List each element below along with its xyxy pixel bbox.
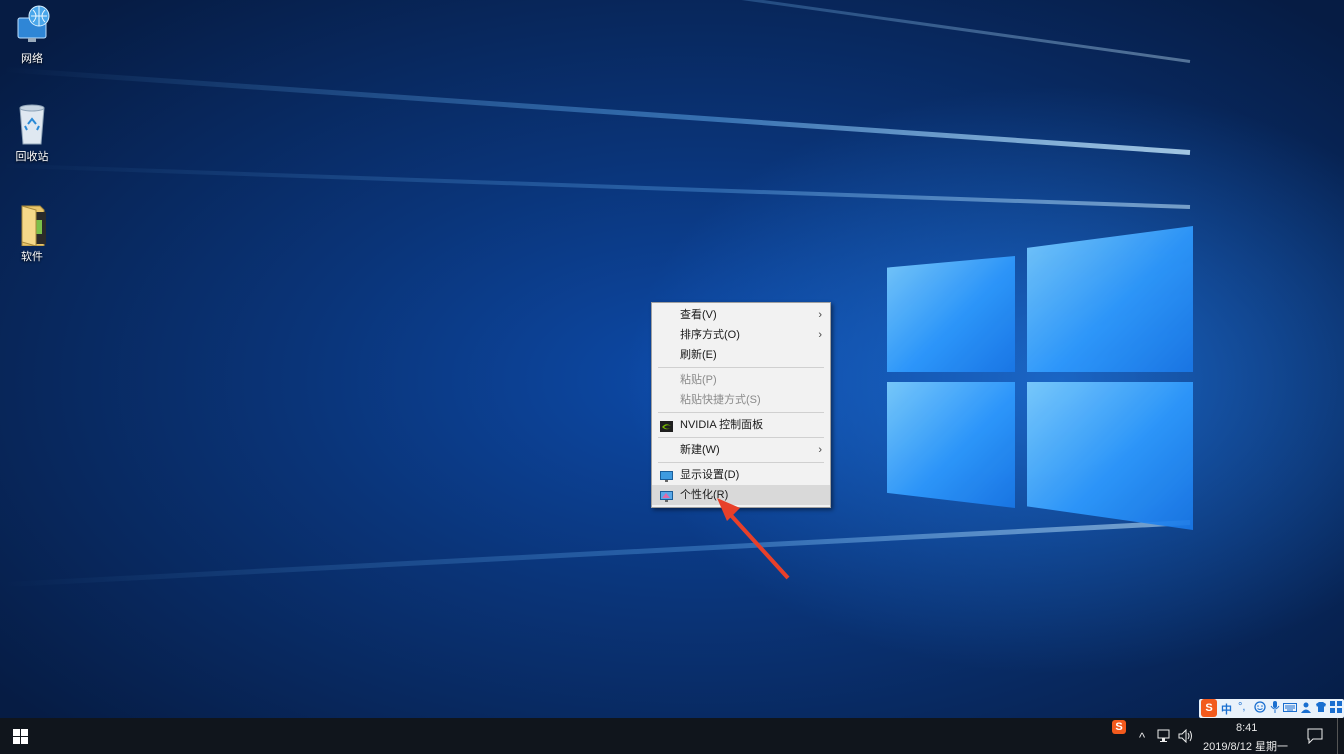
clock-time[interactable]: 8:41 xyxy=(1236,722,1257,734)
desktop-icon-label: 回收站 xyxy=(15,151,49,163)
desktop-icon-recycle-bin[interactable]: 回收站 xyxy=(0,102,64,164)
menu-item-refresh[interactable]: 刷新(E) xyxy=(652,345,830,365)
clock-date[interactable]: 2019/8/12 星期一 xyxy=(1203,738,1288,754)
show-hidden-icons-chevron[interactable]: ^ xyxy=(1139,730,1145,745)
menu-item-label: 排序方式(O) xyxy=(680,329,740,341)
emoji-icon[interactable] xyxy=(1254,701,1266,716)
menu-item-view[interactable]: 查看(V) › xyxy=(652,305,830,325)
menu-separator xyxy=(658,462,824,463)
menu-item-label: 粘贴(P) xyxy=(680,374,717,386)
menu-item-label: 新建(W) xyxy=(680,444,720,456)
submenu-arrow-icon: › xyxy=(818,444,822,456)
submenu-arrow-icon: › xyxy=(818,309,822,321)
light-beam xyxy=(11,0,1191,63)
personalize-icon xyxy=(660,489,673,502)
show-desktop-button[interactable] xyxy=(1337,718,1344,754)
menu-item-label: 显示设置(D) xyxy=(680,469,740,481)
menu-separator xyxy=(658,412,824,413)
user-icon[interactable] xyxy=(1300,701,1312,716)
menu-item-display-settings[interactable]: 显示设置(D) xyxy=(652,465,830,485)
action-center-icon[interactable] xyxy=(1307,728,1323,747)
logo-pane-bottom-right xyxy=(1027,382,1193,530)
display-icon xyxy=(660,469,673,482)
taskbar: S ^ 8:41 2019/8/12 星期一 xyxy=(0,718,1344,754)
menu-item-nvidia-control-panel[interactable]: NVIDIA 控制面板 xyxy=(652,415,830,435)
annotation-arrow xyxy=(717,498,790,580)
menu-item-label: 查看(V) xyxy=(680,309,717,321)
volume-icon[interactable] xyxy=(1178,728,1194,746)
desktop-icon-label: 网络 xyxy=(21,53,43,65)
keyboard-icon[interactable] xyxy=(1283,701,1297,716)
desktop-icon-network[interactable]: 网络 xyxy=(0,4,64,66)
sogou-logo-icon: S xyxy=(1201,699,1217,717)
menu-item-sort-by[interactable]: 排序方式(O) › xyxy=(652,325,830,345)
desktop-context-menu: 查看(V) › 排序方式(O) › 刷新(E) 粘贴(P) 粘贴快捷方式(S) … xyxy=(651,302,831,508)
menu-item-paste[interactable]: 粘贴(P) xyxy=(652,370,830,390)
mic-icon[interactable] xyxy=(1270,701,1280,716)
logo-pane-top-right xyxy=(1027,226,1193,372)
ime-punctuation-toggle[interactable]: °, xyxy=(1238,701,1245,713)
folder-icon xyxy=(10,202,54,247)
network-icon xyxy=(10,4,54,48)
light-beam xyxy=(2,66,1191,155)
menu-item-label: NVIDIA 控制面板 xyxy=(680,419,764,431)
menu-separator xyxy=(658,437,824,438)
ime-mode-toggle[interactable]: 中 xyxy=(1221,701,1232,717)
start-button[interactable] xyxy=(0,718,40,754)
desktop-icon-software-folder[interactable]: 软件 xyxy=(0,202,64,264)
light-beam xyxy=(0,163,1191,209)
menu-item-label: 粘贴快捷方式(S) xyxy=(680,394,761,406)
menu-item-label: 刷新(E) xyxy=(680,349,717,361)
light-beam xyxy=(1,520,1191,588)
menu-separator xyxy=(658,367,824,368)
recycle-bin-icon xyxy=(10,102,54,146)
ime-toolbar[interactable]: S 中 °, xyxy=(1199,699,1344,718)
network-tray-icon[interactable] xyxy=(1157,729,1173,746)
menu-item-new[interactable]: 新建(W) › xyxy=(652,440,830,460)
menu-item-paste-shortcut[interactable]: 粘贴快捷方式(S) xyxy=(652,390,830,410)
submenu-arrow-icon: › xyxy=(818,329,822,341)
skin-icon[interactable] xyxy=(1315,701,1327,716)
desktop[interactable]: 网络 回收站 软件 查看(V) › 排序方式(O) › 刷新(E) 粘贴(P) … xyxy=(0,0,1344,718)
nvidia-icon xyxy=(660,419,673,432)
windows-logo-icon xyxy=(13,729,28,744)
desktop-icon-label: 软件 xyxy=(21,251,43,263)
tray-ime-icon[interactable]: S xyxy=(1112,720,1126,734)
logo-pane-top-left xyxy=(887,256,1015,372)
logo-pane-bottom-left xyxy=(887,382,1015,508)
toolbox-icon[interactable] xyxy=(1330,701,1342,716)
